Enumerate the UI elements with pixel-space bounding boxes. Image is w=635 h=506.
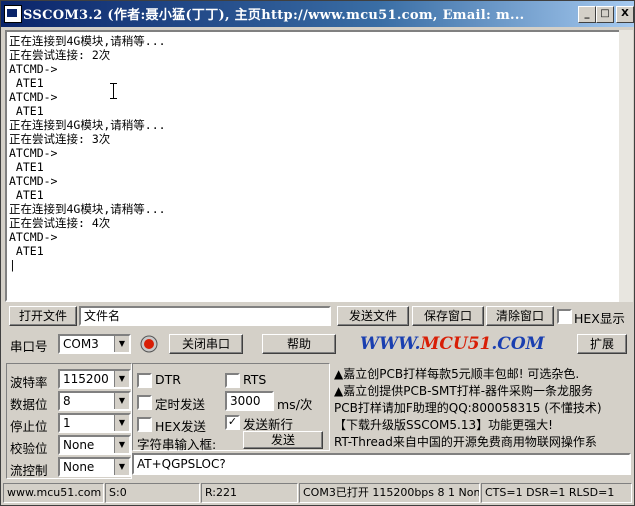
settings-panel: 波特率 115200 ▼ 数据位 8 ▼ 停止位 1 ▼ 校验位 None ▼ … bbox=[6, 363, 132, 479]
interval-unit: ms/次 bbox=[277, 397, 313, 412]
chevron-down-icon[interactable]: ▼ bbox=[114, 437, 129, 453]
status-port: COM3已打开 115200bps 8 1 None None bbox=[299, 483, 480, 503]
status-lines: CTS=1 DSR=1 RLSD=1 bbox=[481, 483, 632, 503]
timed-send-label: 定时发送 bbox=[155, 397, 206, 412]
minimize-button[interactable]: _ bbox=[578, 6, 596, 23]
input-label: 字符串输入框: bbox=[137, 437, 217, 452]
receive-terminal[interactable]: 正在连接到4G模块,请稍等... 正在尝试连接: 2次 ATCMD-> ATE1… bbox=[5, 30, 621, 302]
flow-label: 流控制 bbox=[10, 463, 48, 478]
save-window-button[interactable]: 保存窗口 bbox=[412, 306, 484, 326]
chevron-down-icon[interactable]: ▼ bbox=[114, 459, 129, 475]
status-sent: S:0 bbox=[105, 483, 200, 503]
expand-button[interactable]: 扩展 bbox=[577, 334, 627, 354]
terminal-text: 正在连接到4G模块,请稍等... 正在尝试连接: 2次 ATCMD-> ATE1… bbox=[9, 34, 166, 272]
vertical-scrollbar[interactable] bbox=[619, 30, 633, 302]
rts-checkbox[interactable] bbox=[225, 373, 240, 388]
timed-send-checkbox[interactable] bbox=[137, 395, 152, 410]
logo-mcu: MCU51 bbox=[420, 334, 492, 354]
close-button[interactable]: X bbox=[616, 6, 634, 23]
chevron-down-icon[interactable]: ▼ bbox=[114, 393, 129, 409]
ad-line-4[interactable]: 【下载升级版SSCOM5.13】功能更强大! bbox=[334, 416, 553, 433]
parity-value: None bbox=[63, 438, 95, 452]
status-site: www.mcu51.com bbox=[3, 483, 104, 503]
dtr-label: DTR bbox=[155, 372, 181, 387]
hex-display-label: HEX显示 bbox=[574, 311, 625, 326]
dtr-checkbox[interactable] bbox=[137, 373, 152, 388]
chevron-down-icon[interactable]: ▼ bbox=[114, 371, 129, 387]
ad-line-5[interactable]: RT-Thread来自中国的开源免费商用物联网操作系 bbox=[334, 433, 597, 449]
flow-select[interactable]: None ▼ bbox=[58, 457, 131, 477]
stop-bits-value: 1 bbox=[63, 416, 71, 430]
logo-www: WWW. bbox=[360, 334, 421, 354]
chevron-down-icon[interactable]: ▼ bbox=[114, 415, 129, 431]
baud-select[interactable]: 115200 ▼ bbox=[58, 369, 131, 389]
mcu51-logo[interactable]: WWW.MCU51.COM bbox=[360, 334, 544, 354]
close-port-button[interactable]: 关闭串口 bbox=[169, 334, 243, 354]
port-label: 串口号 bbox=[10, 339, 48, 354]
hex-display-checkbox[interactable] bbox=[557, 309, 572, 324]
app-icon[interactable] bbox=[4, 5, 22, 23]
baud-value: 115200 bbox=[63, 372, 109, 386]
rts-label: RTS bbox=[243, 372, 267, 387]
port-status-icon bbox=[140, 335, 158, 353]
file-row: 打开文件 文件名 发送文件 保存窗口 清除窗口 HEX显示 bbox=[4, 303, 632, 329]
ad-line-3[interactable]: PCB打样请加F助理的QQ:800058315 (不懂技术) bbox=[334, 399, 602, 416]
port-select[interactable]: COM3 ▼ bbox=[58, 334, 131, 354]
open-file-button[interactable]: 打开文件 bbox=[9, 306, 77, 326]
parity-select[interactable]: None ▼ bbox=[58, 435, 131, 455]
data-bits-value: 8 bbox=[63, 394, 71, 408]
window-title: SSCOM3.2 (作者:聂小猛(丁丁), 主页http://www.mcu51… bbox=[23, 8, 525, 23]
sscom-window: SSCOM3.2 (作者:聂小猛(丁丁), 主页http://www.mcu51… bbox=[0, 0, 635, 506]
maximize-button[interactable]: □ bbox=[596, 6, 614, 23]
clear-window-button[interactable]: 清除窗口 bbox=[486, 306, 554, 326]
status-received: R:221 bbox=[201, 483, 298, 503]
stop-bits-label: 停止位 bbox=[10, 419, 48, 434]
send-button[interactable]: 发送 bbox=[243, 431, 323, 449]
hex-send-checkbox[interactable] bbox=[137, 417, 152, 432]
help-button[interactable]: 帮助 bbox=[262, 334, 336, 354]
data-bits-label: 数据位 bbox=[10, 397, 48, 412]
stop-bits-select[interactable]: 1 ▼ bbox=[58, 413, 131, 433]
data-bits-select[interactable]: 8 ▼ bbox=[58, 391, 131, 411]
title-bar[interactable]: SSCOM3.2 (作者:聂小猛(丁丁), 主页http://www.mcu51… bbox=[1, 1, 634, 27]
ad-panel: ▲嘉立创PCB打样每款5元顺丰包邮! 可选杂色. ▲嘉立创提供PCB-SMT打样… bbox=[332, 363, 630, 449]
hex-send-label: HEX发送 bbox=[155, 419, 206, 434]
send-options-panel: DTR RTS 定时发送 3000 ms/次 HEX发送 ✓ 发送新行 字符串输… bbox=[132, 363, 330, 452]
port-value: COM3 bbox=[63, 337, 99, 351]
baud-label: 波特率 bbox=[10, 375, 48, 390]
flow-value: None bbox=[63, 460, 95, 474]
interval-input[interactable]: 3000 bbox=[225, 391, 274, 411]
parity-label: 校验位 bbox=[10, 441, 48, 456]
logo-com: .COM bbox=[491, 334, 545, 354]
text-cursor-icon bbox=[110, 83, 117, 99]
chevron-down-icon[interactable]: ▼ bbox=[114, 336, 129, 352]
file-name-field[interactable]: 文件名 bbox=[79, 306, 331, 326]
send-newline-checkbox[interactable]: ✓ bbox=[225, 415, 240, 430]
send-input[interactable]: AT+QGPSLOC? bbox=[132, 453, 631, 475]
port-row: 串口号 COM3 ▼ 关闭串口 帮助 WWW.MCU51.COM 扩展 bbox=[4, 331, 632, 357]
ad-line-1[interactable]: ▲嘉立创PCB打样每款5元顺丰包邮! 可选杂色. bbox=[334, 365, 579, 382]
ad-line-2[interactable]: ▲嘉立创提供PCB-SMT打样-器件采购一条龙服务 bbox=[334, 382, 593, 399]
send-file-button[interactable]: 发送文件 bbox=[337, 306, 409, 326]
